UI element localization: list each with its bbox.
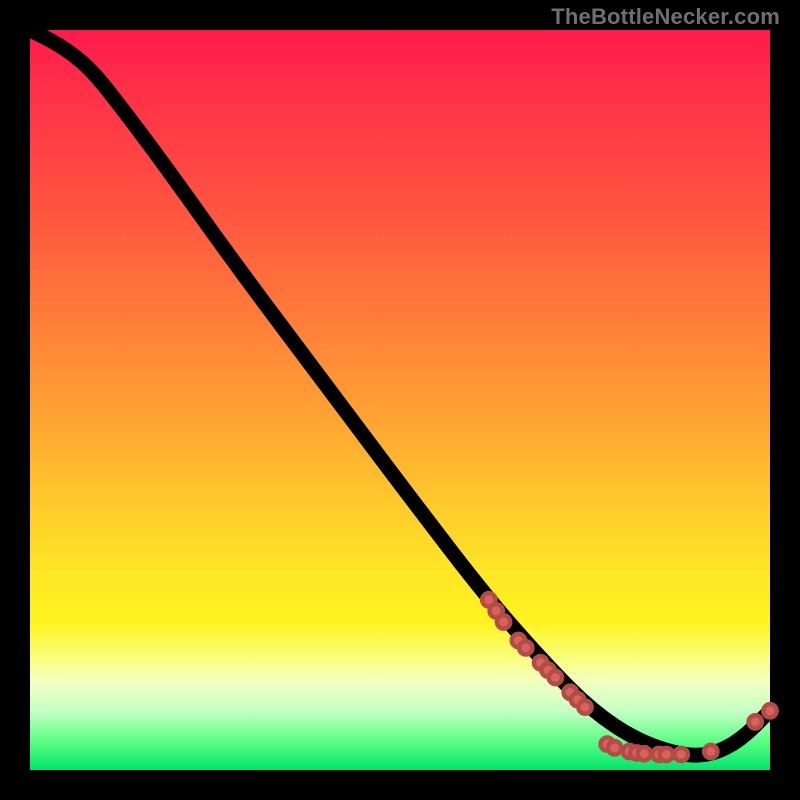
data-point [497,615,510,628]
data-point [638,747,651,760]
data-point [660,748,673,761]
data-point [763,704,776,717]
plot-area [30,30,770,770]
data-point [608,741,621,754]
curve-layer [30,30,770,770]
data-point [578,700,591,713]
data-point [749,715,762,728]
watermark-text: TheBottleNecker.com [551,4,780,30]
chart-stage: TheBottleNecker.com [0,0,800,800]
data-point [549,671,562,684]
bottleneck-curve [30,30,770,755]
data-point [519,641,532,654]
data-point [675,748,688,761]
data-point [704,745,717,758]
